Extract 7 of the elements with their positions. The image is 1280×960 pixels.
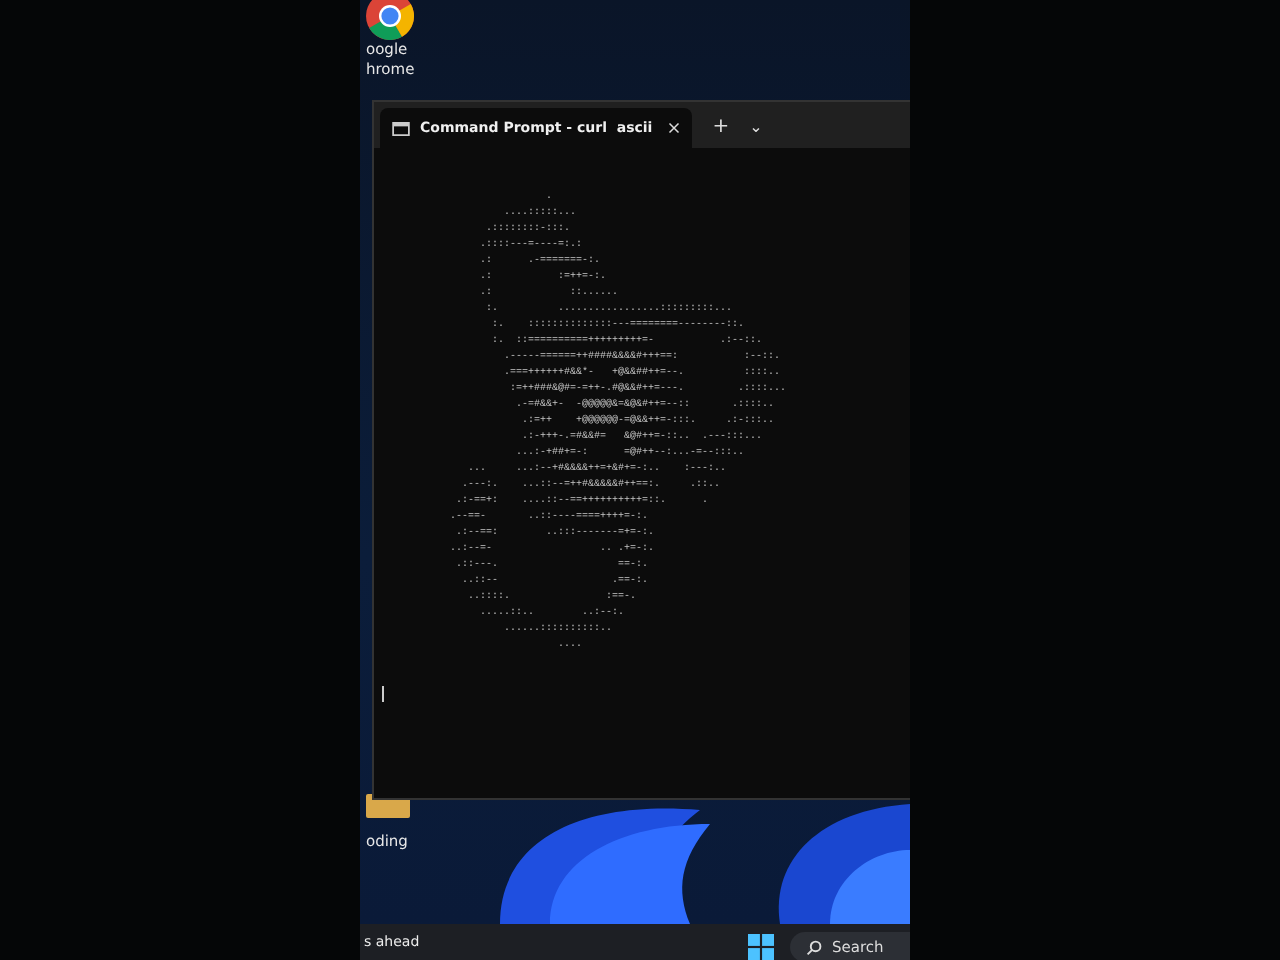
windows-logo-icon[interactable] [748,933,774,959]
dropdown-button[interactable]: ⌄ [741,108,771,148]
close-icon[interactable] [668,122,681,134]
new-tab-button[interactable]: + [704,108,738,148]
terminal-icon [392,121,410,135]
browser-icon[interactable] [366,0,414,40]
search-icon [806,939,822,955]
